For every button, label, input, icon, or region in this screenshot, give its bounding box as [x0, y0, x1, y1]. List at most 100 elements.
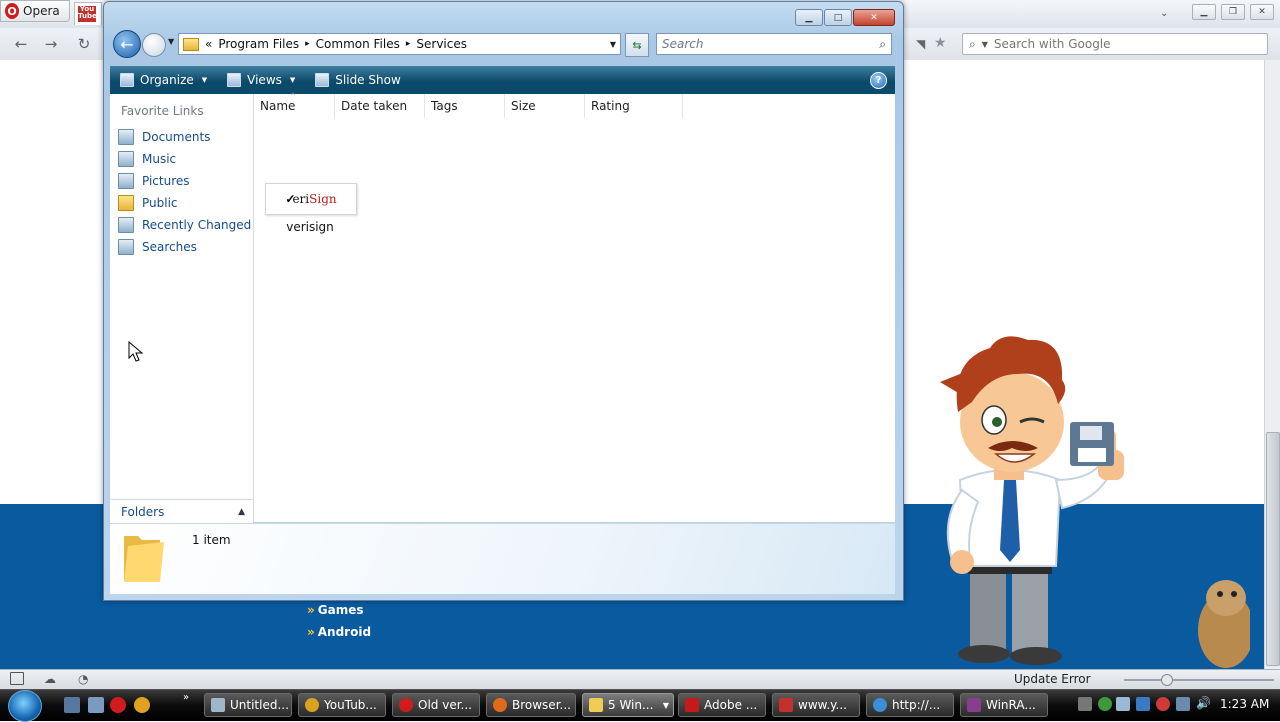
breadcrumb-item-program-files[interactable]: Program Files: [218, 37, 299, 51]
youtube-icon: [779, 698, 793, 712]
favorite-link-documents[interactable]: Documents: [118, 127, 210, 147]
column-header-tags[interactable]: Tags: [425, 94, 505, 118]
tray-bluetooth-icon[interactable]: [1136, 697, 1150, 711]
taskbar-button-adobe[interactable]: Adobe ...: [678, 693, 766, 717]
file-name-verisign[interactable]: verisign: [265, 220, 355, 234]
organize-icon: [120, 73, 134, 87]
address-history-dropdown-icon[interactable]: ▼: [606, 33, 620, 55]
zoom-slider-handle[interactable]: [1161, 674, 1173, 686]
slideshow-button[interactable]: Slide Show: [305, 66, 410, 94]
taskbar-button-browser[interactable]: Browser...: [486, 693, 576, 717]
search-icon: ⌕: [969, 36, 976, 51]
tray-security-icon[interactable]: [1156, 697, 1170, 711]
pictures-icon: [118, 173, 134, 189]
views-button[interactable]: Views ▼: [217, 66, 305, 94]
opera-minimize-button[interactable]: ▁: [1192, 4, 1216, 20]
explorer-window-controls: ▁ □ ✕: [795, 9, 895, 26]
chevron-down-icon: ▼: [289, 76, 296, 84]
chrome-quicklaunch-icon[interactable]: [134, 697, 150, 713]
page-scrollbar-thumb[interactable]: [1266, 432, 1280, 666]
tray-update-icon[interactable]: [1098, 697, 1112, 711]
favorite-link-recently-changed[interactable]: Recently Changed: [118, 215, 251, 235]
search-engine-dropdown-icon[interactable]: ▼: [982, 40, 988, 49]
favorite-link-pictures[interactable]: Pictures: [118, 171, 190, 191]
taskbar-button-winrar[interactable]: WinRA...: [960, 693, 1048, 717]
column-header-rating[interactable]: Rating: [585, 94, 683, 118]
favorite-link-music[interactable]: Music: [118, 149, 176, 169]
search-icon: ⌕: [879, 36, 886, 51]
column-header-name[interactable]: Name ^: [254, 92, 335, 118]
folder-icon: [589, 698, 603, 712]
opera-quicklaunch-icon[interactable]: [110, 697, 126, 713]
breadcrumb-item-common-files[interactable]: Common Files: [316, 37, 400, 51]
address-bar[interactable]: « Program Files ▸ Common Files ▸ Service…: [178, 33, 621, 55]
tray-network-off-icon[interactable]: [1078, 697, 1092, 711]
taskbar-button-internet-explorer[interactable]: http://...: [866, 693, 954, 717]
explorer-close-button[interactable]: ✕: [853, 9, 895, 26]
youtube-tab[interactable]: You Tube: [74, 2, 102, 25]
start-button[interactable]: [8, 690, 42, 722]
bookmark-star-icon[interactable]: ★: [934, 35, 947, 51]
back-arrow-icon[interactable]: ←: [12, 35, 30, 53]
folders-toggle[interactable]: Folders ▲: [110, 499, 253, 523]
item-count: 1 item: [192, 533, 231, 547]
taskbar-button-windows-explorer[interactable]: 5 Win... ▼: [582, 693, 674, 717]
adobe-icon: [685, 698, 699, 712]
navigation-pane: Favorite Links Documents Music Pictures …: [110, 94, 254, 522]
quicklaunch-overflow-icon[interactable]: »: [183, 692, 189, 703]
breadcrumb-separator-icon[interactable]: ▸: [305, 39, 310, 49]
mouse-cursor-icon: [128, 341, 144, 362]
folder-icon: [124, 536, 164, 582]
taskbar-button-old-version[interactable]: Old ver...: [392, 693, 480, 717]
show-desktop-icon[interactable]: [64, 697, 80, 713]
taskbar-clock[interactable]: 1:23 AM: [1220, 697, 1269, 711]
google-search-input[interactable]: ⌕ ▼ Search with Google: [962, 33, 1268, 55]
file-thumbnail-verisign[interactable]: ✓eriSign: [265, 183, 357, 215]
explorer-search-input[interactable]: Search ⌕: [656, 33, 892, 55]
winrar-icon: [967, 698, 981, 712]
breadcrumb-separator-icon[interactable]: ▸: [406, 39, 411, 49]
page-link-android[interactable]: » Android: [307, 625, 371, 639]
taskbar-button-youtube[interactable]: YouTub...: [298, 693, 386, 717]
searches-icon: [118, 239, 134, 255]
column-header-size[interactable]: Size: [505, 94, 585, 118]
verisign-logo: ✓eriSign: [285, 192, 337, 206]
recent-pages-dropdown-icon[interactable]: ▼: [168, 37, 174, 46]
opera-close-button[interactable]: ✕: [1250, 4, 1274, 20]
command-bar: Organize ▼ Views ▼ Slide Show ?: [110, 66, 895, 94]
zoom-slider[interactable]: [1124, 679, 1274, 681]
favorite-link-searches[interactable]: Searches: [118, 237, 197, 257]
explorer-forward-button[interactable]: [142, 33, 166, 57]
explorer-maximize-button[interactable]: □: [824, 9, 852, 26]
breadcrumb-item-services[interactable]: Services: [416, 37, 467, 51]
help-icon[interactable]: ?: [870, 72, 887, 89]
opera-restore-button[interactable]: ❐: [1221, 4, 1245, 20]
turbo-icon[interactable]: ◔: [78, 672, 88, 686]
tray-device-icon[interactable]: [1116, 697, 1130, 711]
page-link-games[interactable]: » Games: [307, 603, 364, 617]
panel-toggle-icon[interactable]: [10, 672, 24, 685]
chrome-icon: [305, 698, 319, 712]
reload-icon[interactable]: ↻: [75, 35, 93, 53]
forward-arrow-icon[interactable]: →: [42, 35, 60, 53]
opera-unite-icon[interactable]: ☁: [44, 672, 56, 686]
opera-menu-button[interactable]: O Opera: [0, 0, 70, 22]
chevron-down-icon: ▼: [662, 700, 669, 710]
folder-icon: [183, 37, 199, 51]
breadcrumb-overflow-icon[interactable]: «: [205, 37, 212, 51]
tray-volume-icon[interactable]: 🔊: [1196, 696, 1211, 710]
chevron-down-icon: ▼: [201, 76, 208, 84]
tab-menu-chevron-icon[interactable]: ⌄: [1160, 8, 1168, 19]
explorer-back-button[interactable]: ←: [113, 30, 141, 58]
favorite-link-public[interactable]: Public: [118, 193, 178, 213]
status-update-error: Update Error: [1014, 672, 1091, 686]
explorer-minimize-button[interactable]: ▁: [795, 9, 823, 26]
organize-button[interactable]: Organize ▼: [110, 66, 217, 94]
switch-windows-icon[interactable]: [88, 697, 104, 713]
rss-icon[interactable]: ◥: [916, 37, 925, 51]
refresh-icon[interactable]: ⇆: [625, 33, 649, 57]
taskbar-button-youtube-site[interactable]: www.y...: [772, 693, 860, 717]
tray-network-icon[interactable]: [1176, 697, 1190, 711]
column-header-date-taken[interactable]: Date taken: [335, 94, 425, 118]
taskbar-button-untitled[interactable]: Untitled...: [204, 693, 292, 717]
